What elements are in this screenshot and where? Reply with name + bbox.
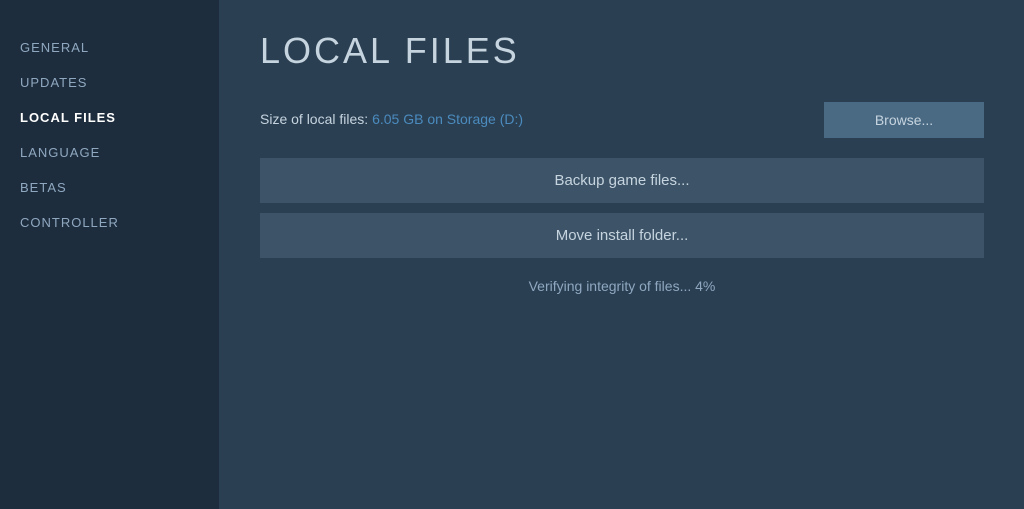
sidebar-item-general[interactable]: GENERAL [0, 30, 219, 65]
sidebar-item-controller[interactable]: CONTROLLER [0, 205, 219, 240]
file-info-row: Size of local files: 6.05 GB on Storage … [260, 102, 984, 138]
page-title: LOCAL FILES [260, 30, 984, 72]
move-install-folder-button[interactable]: Move install folder... [260, 213, 984, 258]
file-size-value: 6.05 GB on Storage (D:) [372, 111, 523, 127]
main-content: LOCAL FILES Size of local files: 6.05 GB… [220, 0, 1024, 509]
verify-status: Verifying integrity of files... 4% [260, 278, 984, 294]
sidebar-item-local-files[interactable]: LOCAL FILES [0, 100, 219, 135]
file-size-info: Size of local files: 6.05 GB on Storage … [260, 111, 523, 129]
sidebar: GENERAL UPDATES LOCAL FILES LANGUAGE BET… [0, 0, 220, 509]
sidebar-item-language[interactable]: LANGUAGE [0, 135, 219, 170]
sidebar-item-betas[interactable]: BETAS [0, 170, 219, 205]
browse-button[interactable]: Browse... [824, 102, 984, 138]
sidebar-item-updates[interactable]: UPDATES [0, 65, 219, 100]
backup-game-files-button[interactable]: Backup game files... [260, 158, 984, 203]
file-size-prefix: Size of local files: [260, 111, 372, 127]
